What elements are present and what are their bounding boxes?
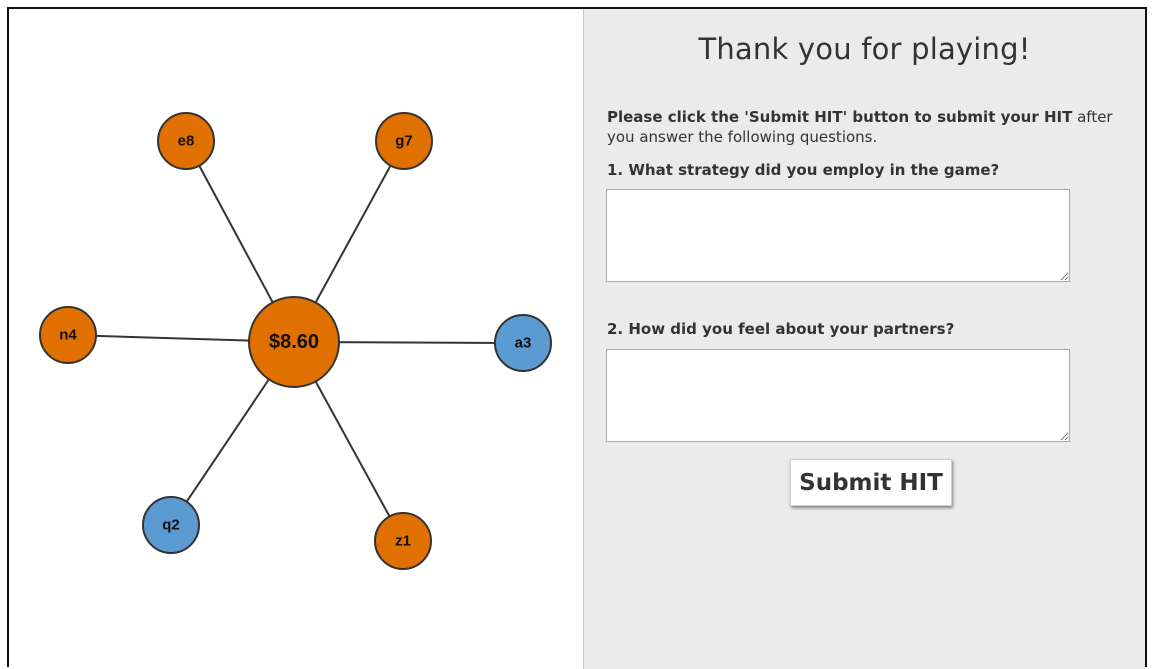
partner-node-e8-label: e8 [178,133,195,150]
network-graph-panel: e8 g7 n4 a3 q2 z1 $8.60 [9,9,583,669]
center-node-earnings-label: $8.60 [269,331,319,353]
question-2-label: 2. How did you feel about your partners? [607,320,955,338]
instructions-text: Please click the 'Submit HIT' button to … [607,107,1135,147]
partner-node-g7-label: g7 [395,133,413,150]
partner-node-z1: z1 [374,512,432,570]
partner-node-z1-label: z1 [395,533,411,550]
partner-node-q2-label: q2 [162,517,180,534]
center-node-earnings: $8.60 [248,296,340,388]
hit-window: e8 g7 n4 a3 q2 z1 $8.60 Thank you for playing!… [7,7,1147,669]
partner-node-q2: q2 [142,496,200,554]
page-title: Thank you for playing! [698,32,1031,66]
partner-node-e8: e8 [157,112,215,170]
partner-node-a3-label: a3 [515,335,532,352]
instructions-bold: Please click the 'Submit HIT' button to … [607,108,1073,126]
partner-node-n4-label: n4 [59,327,77,344]
question-2-answer-field[interactable] [606,349,1070,442]
partner-node-a3: a3 [494,314,552,372]
partner-node-n4: n4 [39,306,97,364]
survey-panel: Thank you for playing! Please click the … [584,9,1145,669]
question-1-answer-field[interactable] [606,189,1070,282]
question-1-label: 1. What strategy did you employ in the g… [607,161,1000,179]
partner-node-g7: g7 [375,112,433,170]
graph-nodes: e8 g7 n4 a3 q2 z1 $8.60 [39,112,552,570]
network-graph: e8 g7 n4 a3 q2 z1 $8.60 [39,112,552,570]
submit-hit-button[interactable]: Submit HIT [790,459,952,506]
